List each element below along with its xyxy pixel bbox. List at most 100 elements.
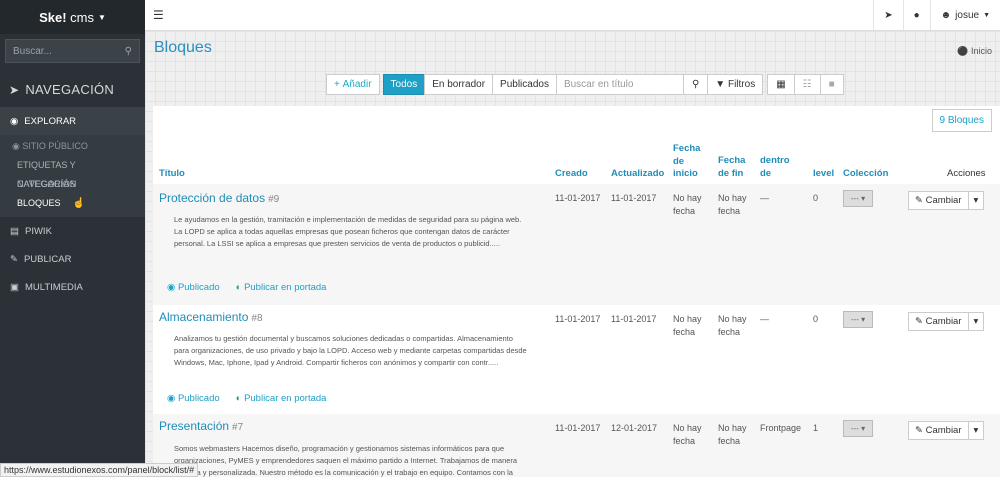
subnav-navegacion[interactable]: NAVEGACIÓN	[0, 175, 145, 194]
add-button[interactable]: + Añadir	[326, 74, 380, 95]
row-start: No hay fecha	[673, 193, 702, 216]
row-title[interactable]: Protección de datos #9	[159, 191, 279, 205]
sidebar-item-label: MULTIMEDIA	[24, 281, 83, 293]
row-start: No hay fecha	[673, 423, 702, 446]
filter-all-button[interactable]: Todos	[382, 74, 426, 95]
brand-menu[interactable]: Ske! cms ▼	[0, 0, 145, 34]
brand-name: cms	[70, 9, 94, 25]
change-label: Cambiar	[925, 316, 962, 327]
col-end-date[interactable]: Fecha de fin	[718, 155, 748, 180]
published-label: Publicado	[177, 393, 220, 404]
breadcrumb-label: Inicio	[970, 46, 992, 56]
row-title[interactable]: Almacenamiento #8	[159, 310, 263, 324]
row-created: 11-01-2017	[555, 193, 601, 203]
card-view-icon[interactable]: ■	[819, 74, 844, 95]
hamburger-icon[interactable]: ☰	[153, 8, 164, 22]
caret-down-icon: ▼	[983, 12, 990, 19]
send-icon[interactable]: ➤	[873, 0, 902, 31]
main-content: Bloques ⚫ Inicio + Añadir Todos En borra…	[145, 31, 1000, 477]
sidebar-search-input[interactable]: Buscar... ⚲	[5, 39, 140, 63]
col-created[interactable]: Creado	[555, 168, 588, 181]
row-inside: —	[760, 314, 769, 324]
filter-published-button[interactable]: Publicados	[492, 74, 557, 95]
subnav-label: SITIO PÚBLICO	[22, 141, 88, 151]
collection-select[interactable]: --- ▾	[843, 190, 873, 207]
subnav-sitio-publico[interactable]: ◉ SITIO PÚBLICO	[0, 137, 145, 156]
col-level[interactable]: level	[813, 168, 834, 181]
sidebar-item-piwik[interactable]: ▤ PIWIK	[0, 217, 145, 245]
search-icon: ⚲	[124, 45, 132, 57]
eye-icon: ◉	[167, 393, 176, 404]
frontpage-label: Publicar en portada	[244, 282, 327, 293]
breadcrumb[interactable]: ⚫ Inicio	[957, 46, 992, 57]
row-created: 11-01-2017	[555, 314, 601, 324]
published-link[interactable]: ◉ Publicado	[167, 393, 220, 404]
col-title[interactable]: Título	[159, 168, 185, 181]
subnav-etiquetas[interactable]: ETIQUETAS Y CATEGORÍAS	[0, 156, 145, 189]
sidebar-item-label: EXPLORAR	[24, 115, 77, 127]
topbar: ☰ ➤ ● ☻ josue ▼	[145, 0, 1000, 31]
filter-draft-button[interactable]: En borrador	[424, 74, 494, 95]
change-button[interactable]: ✎ Cambiar	[908, 421, 969, 440]
page-title: Bloques	[154, 39, 212, 56]
published-label: Publicado	[177, 282, 220, 293]
row-updated: 11-01-2017	[611, 193, 657, 203]
row-title-text: Almacenamiento	[159, 310, 249, 324]
col-collection[interactable]: Colección	[843, 168, 888, 181]
chat-icon[interactable]: ●	[902, 0, 930, 31]
row-id: #7	[232, 422, 244, 433]
actions-dropdown-toggle[interactable]: ▾	[967, 421, 985, 440]
table-row: Almacenamiento #8 Analizamos tu gestión d…	[153, 305, 1000, 414]
row-level: 1	[813, 423, 819, 433]
frontpage-toggle[interactable]: ◐ Publicar en portada	[236, 393, 327, 404]
row-title-text: Protección de datos	[159, 191, 266, 205]
pencil-icon: ✎	[915, 316, 923, 327]
pencil-icon: ✎	[915, 425, 923, 436]
sidebar-item-publicar[interactable]: ✎ PUBLICAR	[0, 245, 145, 273]
row-title[interactable]: Presentación #7	[159, 419, 243, 433]
actions-dropdown-toggle[interactable]: ▾	[967, 191, 985, 210]
row-links: ◉ Publicado ◐ Publicar en portada	[167, 282, 326, 293]
col-inside[interactable]: dentro de	[760, 155, 795, 180]
row-links: ◉ Publicado ◐ Publicar en portada	[167, 393, 326, 404]
row-id: #8	[251, 313, 263, 324]
row-start: No hay fecha	[673, 314, 702, 337]
frontpage-label: Publicar en portada	[244, 393, 327, 404]
list-view-icon[interactable]: ☷	[793, 74, 821, 95]
actions-dropdown-toggle[interactable]: ▾	[967, 312, 985, 331]
user-menu[interactable]: ☻ josue ▼	[929, 0, 1000, 31]
sidebar-item-multimedia[interactable]: ▣ MULTIMEDIA	[0, 273, 145, 301]
blocks-count-button[interactable]: 9 Bloques	[931, 109, 992, 132]
nav-heading-label: NAVEGACIÓN	[25, 82, 115, 97]
subnav-bloques[interactable]: BLOQUES ☝	[0, 194, 145, 213]
row-updated: 11-01-2017	[611, 314, 657, 324]
title-search-input[interactable]: Buscar en título	[555, 74, 684, 95]
change-button[interactable]: ✎ Cambiar	[908, 312, 969, 331]
row-level: 0	[813, 314, 819, 324]
row-inside: Frontpage	[760, 423, 802, 433]
col-updated[interactable]: Actualizado	[611, 168, 664, 181]
select-value: ---	[850, 424, 859, 433]
globe-icon: ◉	[10, 115, 19, 127]
change-label: Cambiar	[925, 425, 962, 436]
col-start-date[interactable]: Fecha de inicio	[673, 143, 708, 181]
image-icon: ▣	[10, 281, 19, 293]
compass-icon: ➤	[9, 82, 20, 97]
published-link[interactable]: ◉ Publicado	[167, 282, 220, 293]
change-label: Cambiar	[925, 195, 962, 206]
toggle-icon: ◐	[235, 393, 242, 404]
row-created: 11-01-2017	[555, 423, 601, 433]
row-inside: —	[760, 193, 769, 203]
sidebar-item-explorar[interactable]: ◉ EXPLORAR	[0, 107, 145, 135]
collection-select[interactable]: --- ▾	[843, 420, 873, 437]
collection-select[interactable]: --- ▾	[843, 311, 873, 328]
search-icon[interactable]: ⚲	[682, 74, 709, 95]
caret-down-icon: ▼	[98, 12, 106, 22]
row-title-text: Presentación	[159, 419, 230, 433]
change-button[interactable]: ✎ Cambiar	[908, 191, 969, 210]
row-level: 0	[813, 193, 819, 203]
frontpage-toggle[interactable]: ◐ Publicar en portada	[236, 282, 327, 293]
grid-view-icon[interactable]: ▦	[767, 74, 795, 95]
eye-icon: ◉	[167, 282, 176, 293]
filters-button[interactable]: ▼ Filtros	[707, 74, 764, 95]
